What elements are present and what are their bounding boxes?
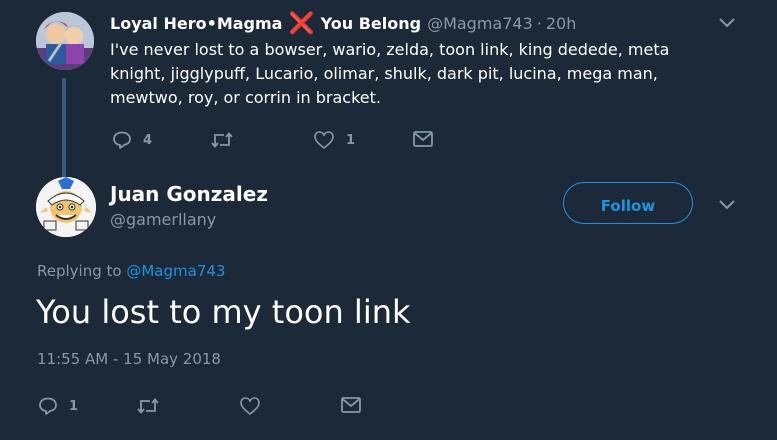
like-count: 1 bbox=[346, 132, 356, 148]
reply-count: 4 bbox=[143, 132, 153, 148]
cross-mark-emoji: ❌ bbox=[288, 10, 315, 35]
replying-to-prefix: Replying to bbox=[37, 262, 122, 280]
retweet-icon bbox=[211, 132, 233, 148]
follow-button[interactable]: Follow bbox=[563, 182, 693, 224]
reply-count: 1 bbox=[69, 398, 79, 414]
like-action[interactable] bbox=[239, 396, 272, 416]
parent-tweet-text: I've never lost to a bowser, wario, zeld… bbox=[110, 40, 670, 107]
like-action[interactable]: 1 bbox=[313, 130, 355, 150]
reply-icon bbox=[113, 131, 131, 149]
retweet-action[interactable] bbox=[210, 130, 245, 150]
reply-icon bbox=[39, 397, 57, 415]
chevron-down-icon[interactable] bbox=[717, 16, 737, 30]
replying-to-line: Replying to @Magma743 bbox=[37, 262, 225, 280]
replying-to-mention[interactable]: @Magma743 bbox=[126, 262, 225, 280]
retweet-icon bbox=[137, 398, 159, 414]
header-separator: · bbox=[536, 13, 542, 33]
reply-action[interactable]: 4 bbox=[112, 130, 152, 150]
parent-tweet-header: Loyal Hero•Magma ❌ You Belong @Magma743 … bbox=[110, 12, 576, 34]
reply-action[interactable]: 1 bbox=[38, 396, 78, 416]
reply-avatar[interactable] bbox=[36, 177, 96, 237]
retweet-action[interactable] bbox=[136, 396, 171, 416]
parent-author-name-part2[interactable]: You Belong bbox=[321, 14, 421, 33]
parent-author-name-part1[interactable]: Loyal Hero•Magma bbox=[110, 14, 282, 33]
parent-avatar[interactable] bbox=[36, 12, 94, 70]
message-action[interactable] bbox=[340, 396, 362, 414]
heart-icon bbox=[240, 397, 260, 416]
reply-author-handle[interactable]: @gamerllany bbox=[110, 210, 216, 229]
reply-author-name[interactable]: Juan Gonzalez bbox=[110, 182, 268, 206]
thread-connector-line bbox=[62, 78, 66, 178]
tweet-thread: Loyal Hero•Magma ❌ You Belong @Magma743 … bbox=[0, 0, 777, 440]
parent-author-handle[interactable]: @Magma743 bbox=[427, 14, 533, 33]
chevron-down-icon[interactable] bbox=[717, 198, 737, 212]
reply-tweet-text: You lost to my toon link bbox=[36, 293, 411, 331]
envelope-icon bbox=[341, 397, 361, 413]
parent-tweet-time[interactable]: 20h bbox=[546, 14, 577, 33]
heart-icon bbox=[314, 131, 334, 150]
reply-timestamp[interactable]: 11:55 AM - 15 May 2018 bbox=[37, 350, 221, 368]
envelope-icon bbox=[413, 131, 433, 147]
message-action[interactable] bbox=[412, 130, 434, 148]
